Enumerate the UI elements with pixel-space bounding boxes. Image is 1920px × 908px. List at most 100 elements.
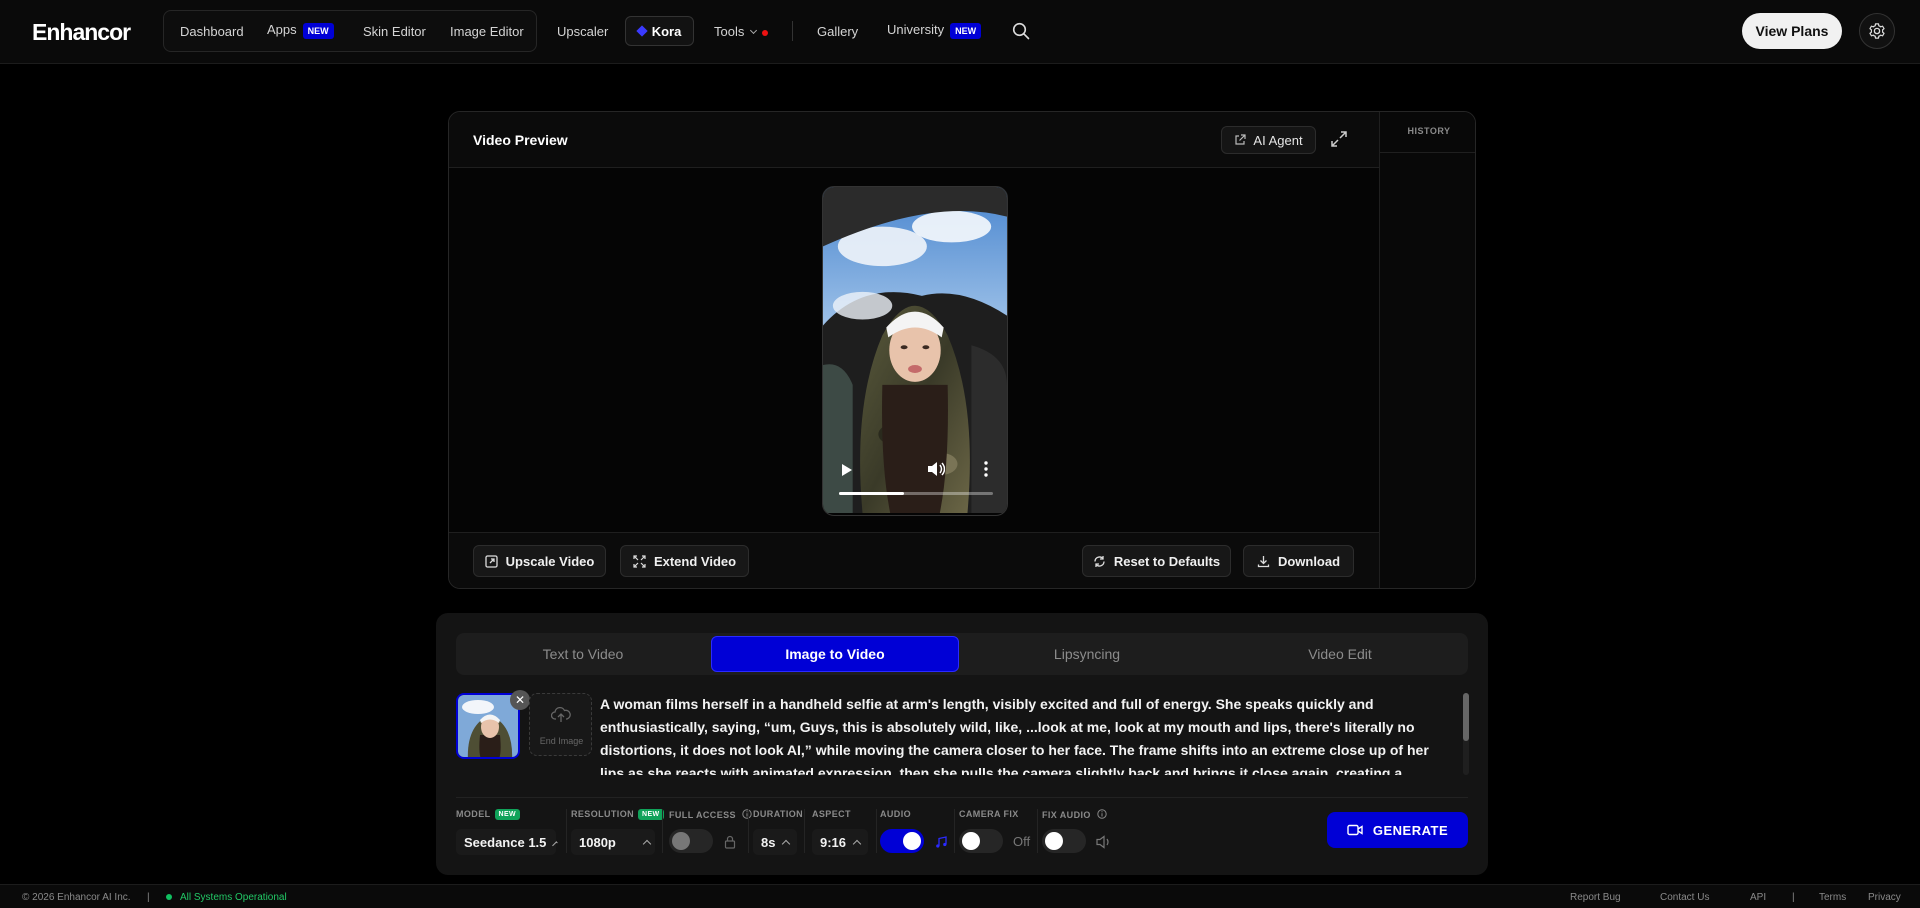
video-progress-fill	[839, 492, 904, 495]
enhancor-logo[interactable]: Enhancor	[32, 19, 131, 46]
privacy-link[interactable]: Privacy	[1868, 892, 1901, 903]
nav-apps-label: Apps	[267, 22, 297, 37]
full-access-toggle[interactable]	[669, 829, 713, 853]
tools-notification-dot	[762, 29, 769, 36]
reset-defaults-label: Reset to Defaults	[1113, 553, 1221, 569]
video-player[interactable]	[822, 186, 1008, 516]
control-separator	[876, 809, 877, 853]
audio-toggle[interactable]	[880, 829, 924, 853]
resolution-new-badge: NEW	[638, 809, 664, 821]
gear-icon	[1869, 23, 1885, 39]
upscale-icon	[485, 554, 498, 568]
video-progress-track[interactable]	[839, 492, 993, 495]
nav-kora[interactable]: Kora	[625, 16, 694, 46]
tab-lipsyncing[interactable]: Lipsyncing	[963, 636, 1211, 672]
play-icon[interactable]	[841, 463, 853, 477]
duration-select[interactable]: 8s	[753, 829, 797, 855]
report-bug-link[interactable]: Report Bug	[1570, 892, 1621, 903]
model-new-badge: NEW	[494, 809, 521, 821]
fix-audio-label: FIX AUDIO	[1042, 809, 1107, 820]
camera-fix-toggle[interactable]	[959, 829, 1003, 853]
audio-label: AUDIO	[880, 809, 911, 819]
download-button[interactable]: Download	[1243, 545, 1354, 577]
generator-panel: Text to Video Image to Video Lipsyncing …	[436, 613, 1488, 875]
top-navigation-bar: Enhancor Dashboard Apps NEW Skin Editor I…	[0, 0, 1920, 64]
search-icon[interactable]	[1012, 22, 1030, 40]
close-icon: ✕	[514, 693, 526, 707]
preview-header: Video Preview AI Agent	[449, 112, 1379, 168]
prompt-textarea[interactable]: A woman films herself in a handheld self…	[600, 693, 1456, 775]
preview-footer: Upscale Video Extend Video Reset to Defa…	[449, 532, 1379, 588]
expand-icon[interactable]	[1330, 130, 1348, 148]
system-status-link[interactable]: All Systems Operational	[180, 892, 287, 903]
aspect-select[interactable]: 9:16	[812, 829, 868, 855]
nav-apps[interactable]: Apps NEW	[267, 22, 334, 39]
nav-upscaler[interactable]: Upscaler	[557, 24, 608, 39]
download-label: Download	[1277, 553, 1341, 569]
camera-fix-label: CAMERA FIX	[959, 809, 1019, 819]
nav-dashboard[interactable]: Dashboard	[180, 24, 244, 39]
nav-skin-editor[interactable]: Skin Editor	[363, 24, 426, 39]
nav-university-label: University	[887, 22, 945, 37]
end-image-upload[interactable]: End Image	[529, 693, 592, 756]
model-label: MODEL NEW	[456, 809, 521, 821]
contact-us-link[interactable]: Contact Us	[1660, 892, 1709, 903]
speaker-icon	[1096, 835, 1109, 849]
extend-video-label: Extend Video	[653, 553, 737, 569]
aspect-value: 9:16	[820, 834, 847, 850]
history-panel: HISTORY	[1379, 112, 1475, 588]
model-select[interactable]: Seedance 1.5	[456, 829, 558, 855]
download-icon	[1257, 555, 1270, 567]
model-value: Seedance 1.5	[464, 834, 547, 850]
prompt-scrollbar-thumb[interactable]	[1463, 693, 1469, 741]
fix-audio-toggle[interactable]	[1042, 829, 1086, 853]
resolution-select[interactable]: 1080p	[571, 829, 655, 855]
info-icon[interactable]	[1096, 809, 1107, 819]
terms-link[interactable]: Terms	[1819, 892, 1846, 903]
history-divider	[1380, 152, 1475, 153]
more-options-icon[interactable]	[983, 461, 989, 477]
tab-image-to-video[interactable]: Image to Video	[711, 636, 959, 672]
tab-text-to-video[interactable]: Text to Video	[459, 636, 707, 672]
extend-icon	[633, 554, 646, 568]
audio-knob	[903, 832, 921, 850]
settings-button[interactable]	[1859, 13, 1895, 49]
duration-value: 8s	[761, 834, 776, 850]
fix-audio-label-text: FIX AUDIO	[1042, 810, 1091, 820]
view-plans-button[interactable]: View Plans	[1742, 13, 1842, 49]
apps-new-badge: NEW	[302, 22, 334, 39]
control-separator	[804, 809, 805, 853]
nav-university[interactable]: University NEW	[887, 22, 982, 39]
music-note-icon	[936, 836, 947, 848]
nav-gallery[interactable]: Gallery	[817, 24, 858, 39]
duration-label: DURATION	[753, 809, 804, 819]
tab-video-edit[interactable]: Video Edit	[1215, 636, 1465, 672]
control-separator	[748, 809, 749, 853]
controls-divider	[456, 797, 1468, 798]
footer-separator: |	[1792, 892, 1795, 903]
reset-defaults-button[interactable]: Reset to Defaults	[1082, 545, 1231, 577]
upscale-video-button[interactable]: Upscale Video	[473, 545, 606, 577]
full-access-label-text: FULL ACCESS	[669, 810, 736, 820]
aspect-label: ASPECT	[812, 809, 851, 819]
status-indicator-dot	[166, 894, 172, 900]
info-icon[interactable]	[742, 809, 752, 819]
full-access-knob	[672, 832, 690, 850]
chevron-up-icon	[782, 839, 791, 848]
upscale-video-label: Upscale Video	[505, 553, 595, 569]
extend-video-button[interactable]: Extend Video	[620, 545, 749, 577]
chevron-up-icon	[642, 839, 652, 848]
history-label: HISTORY	[1407, 126, 1451, 136]
volume-icon[interactable]	[927, 461, 945, 477]
nav-image-editor[interactable]: Image Editor	[450, 24, 524, 39]
external-link-icon	[1235, 134, 1247, 145]
footer-separator: |	[147, 892, 150, 903]
page-footer: © 2026 Enhancor AI Inc. | All Systems Op…	[0, 884, 1920, 908]
prompt-scrollbar[interactable]	[1463, 693, 1469, 775]
control-separator	[662, 809, 663, 853]
remove-start-image-button[interactable]: ✕	[510, 690, 530, 710]
api-link[interactable]: API	[1750, 892, 1766, 903]
nav-tools[interactable]: Tools	[714, 24, 769, 39]
generate-button[interactable]: GENERATE	[1327, 812, 1468, 848]
ai-agent-button[interactable]: AI Agent	[1221, 126, 1316, 154]
